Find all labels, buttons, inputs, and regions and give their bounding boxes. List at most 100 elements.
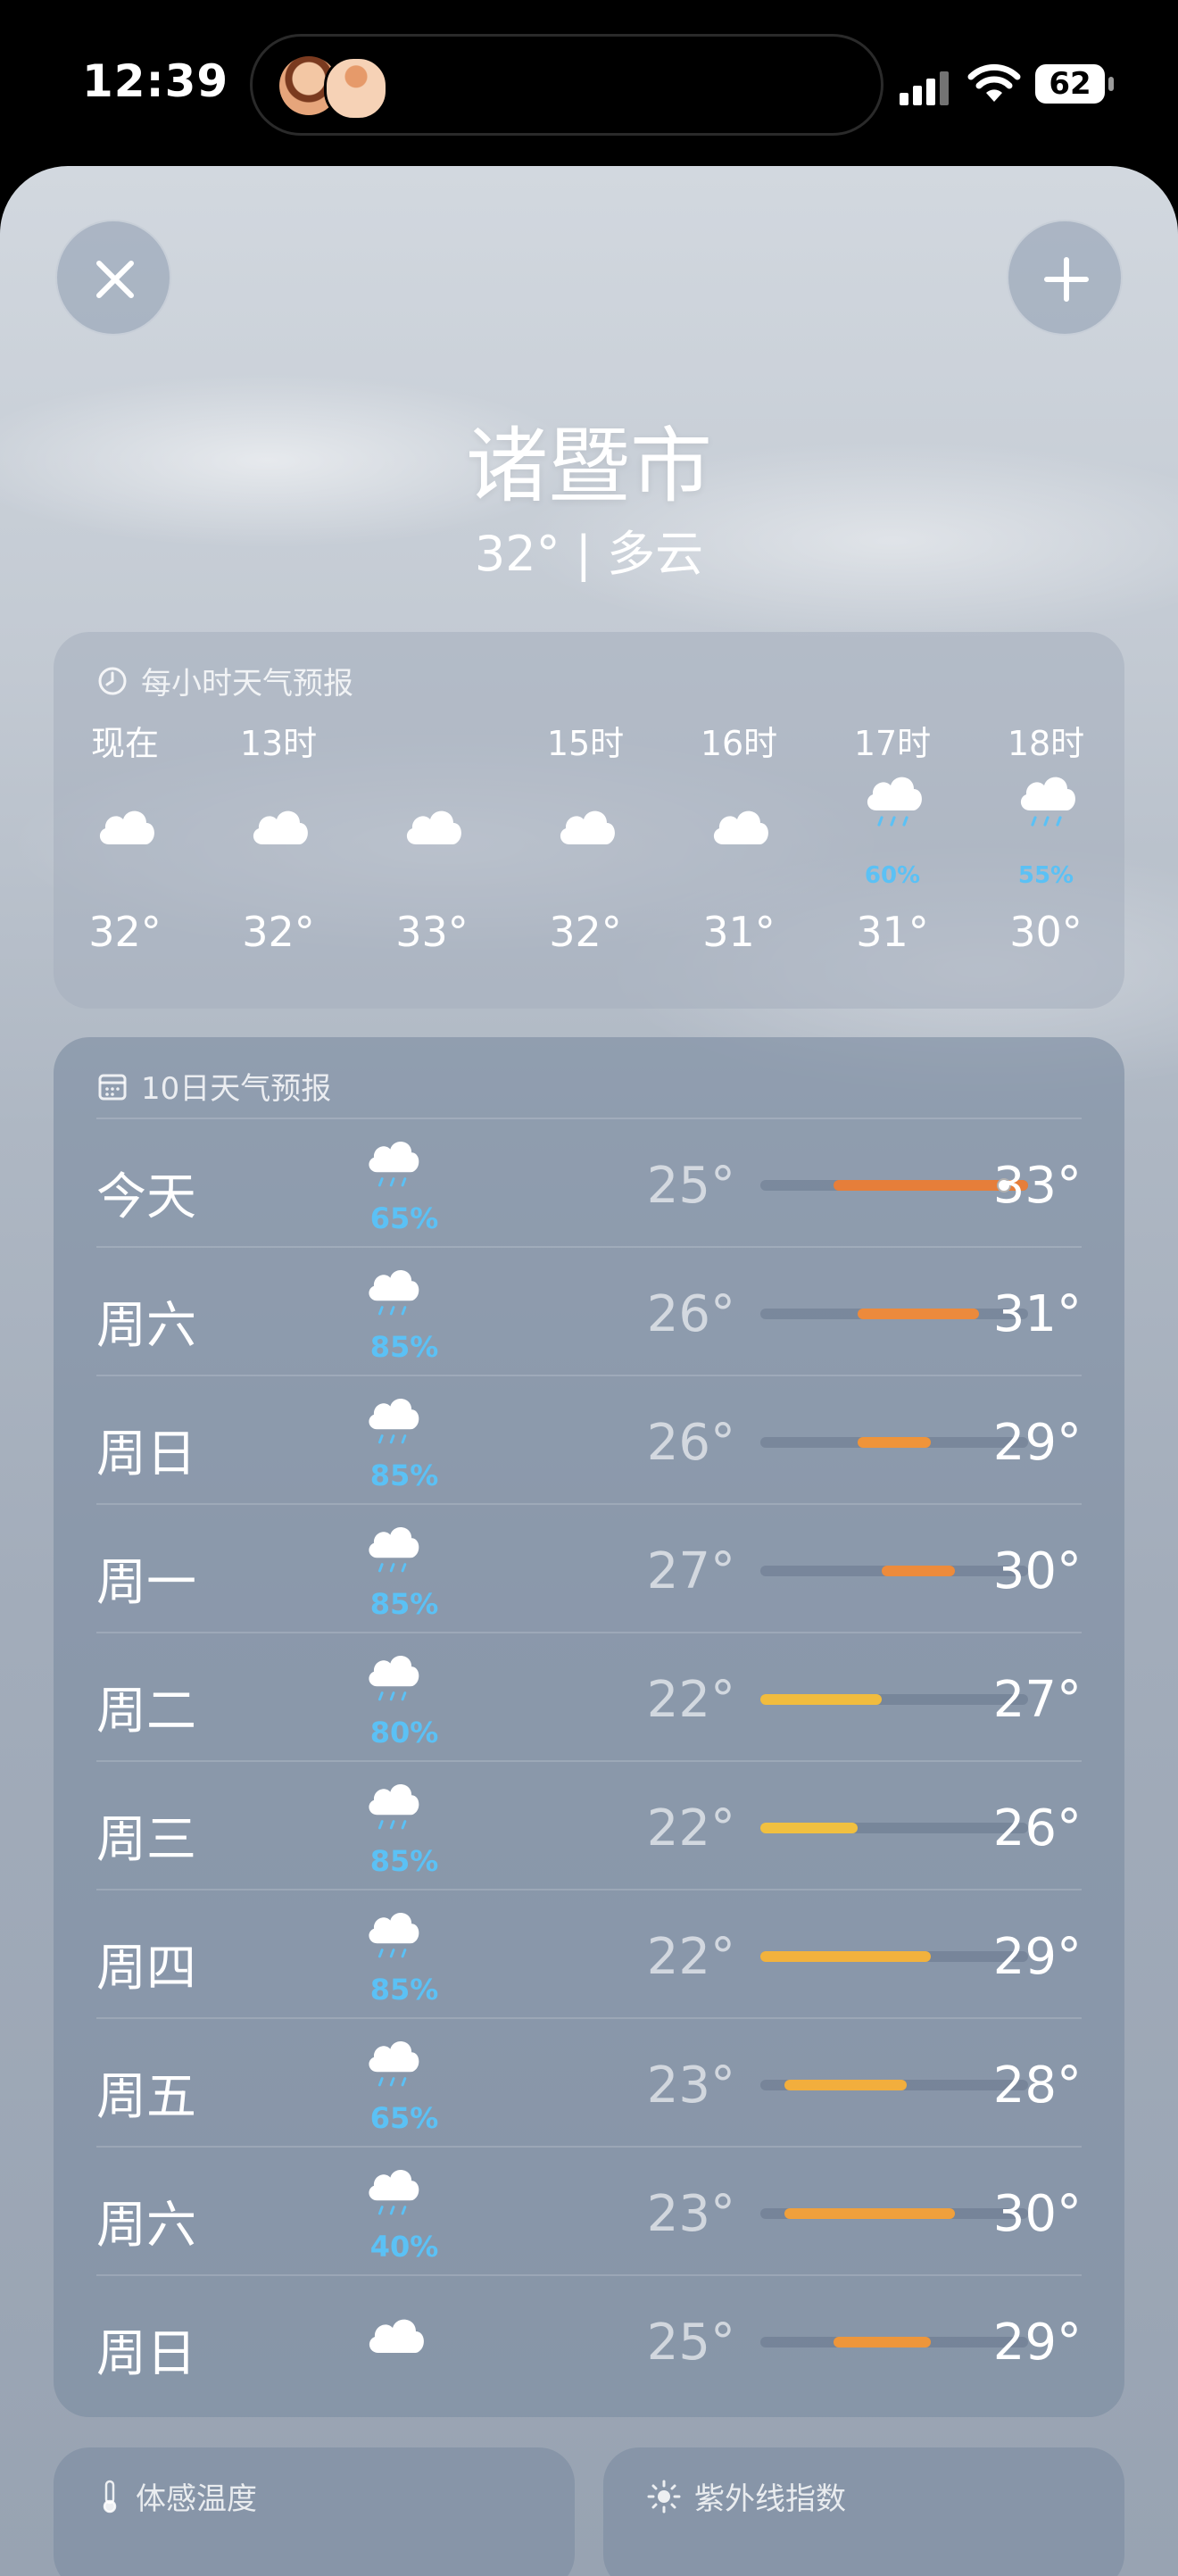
clock-icon [98, 667, 127, 694]
daily-row[interactable]: 周三 85% 22° 26° [96, 1760, 1082, 1890]
temp-range-fill [784, 2080, 907, 2090]
rain-cloud-icon: 55% [983, 766, 1108, 891]
uv-index-title: 紫外线指数 [694, 2481, 846, 2517]
day-low-temp: 22° [646, 1799, 735, 1857]
daily-forecast-title: 10日天气预报 [141, 1071, 332, 1107]
hourly-item: 18时 55% 30° [983, 721, 1108, 959]
hourly-item: 17时 60% 31° [830, 721, 955, 959]
day-high-temp: 30° [992, 2185, 1082, 2243]
hourly-item: 15时 32° [523, 721, 648, 959]
temp-range-fill [784, 2208, 956, 2219]
hourly-item: 33° [369, 721, 494, 959]
day-precip: 40% [369, 2230, 439, 2264]
day-name: 周六 [96, 2197, 196, 2255]
day-precip: 85% [369, 1330, 439, 1364]
daily-row[interactable]: 周日 25° 29° [96, 2274, 1082, 2405]
day-name: 周一 [96, 1554, 196, 1612]
day-name: 周日 [96, 2325, 196, 2383]
temp-range-fill [760, 1823, 859, 1833]
hourly-time: 现在 [90, 724, 159, 763]
close-icon [96, 261, 134, 298]
hourly-time: 13时 [239, 724, 318, 763]
day-precip: 85% [369, 1844, 439, 1878]
day-high-temp: 33° [992, 1157, 1082, 1215]
daily-row[interactable]: 周二 80% 22° 27° [96, 1632, 1082, 1762]
day-high-temp: 29° [992, 1928, 1082, 1986]
day-low-temp: 23° [646, 2057, 735, 2115]
day-precip: 80% [369, 1716, 439, 1749]
hourly-time [369, 721, 494, 766]
day-low-temp: 22° [646, 1928, 735, 1986]
day-precip: 65% [369, 1201, 439, 1235]
cloud-icon [369, 766, 494, 891]
cloud-icon [216, 766, 341, 891]
hourly-list[interactable]: 现在 32° 13时 32° 33° 15时 32° 16时 31° 17时 60% 31° 18时 55… [54, 721, 1124, 989]
temp-range-fill [833, 2337, 931, 2347]
day-low-temp: 23° [646, 2185, 735, 2243]
temp-range-fill [760, 1951, 931, 1962]
status-time: 12:39 [82, 55, 229, 107]
cloud-icon [364, 2310, 444, 2399]
day-low-temp: 25° [646, 1157, 735, 1215]
sun-icon [647, 2480, 681, 2513]
day-precip: 85% [369, 1973, 439, 2007]
day-precip: 85% [369, 1458, 439, 1492]
daily-row[interactable]: 周五 65% 23° 28° [96, 2017, 1082, 2148]
day-name: 今天 [96, 1168, 196, 1226]
hourly-forecast-header: 每小时天气预报 [96, 659, 353, 702]
daily-row[interactable]: 今天 65% 25° 33° [96, 1118, 1082, 1248]
temp-range-fill [858, 1437, 931, 1448]
hourly-temp: 33° [395, 908, 469, 956]
day-name: 周二 [96, 1683, 196, 1741]
cloud-icon [676, 766, 801, 891]
daily-row[interactable]: 周日 85% 26° 29° [96, 1375, 1082, 1505]
daily-row[interactable]: 周四 85% 22° 29° [96, 1889, 1082, 2019]
dynamic-island[interactable] [250, 34, 884, 136]
day-name: 周六 [96, 1297, 196, 1355]
day-low-temp: 25° [646, 2314, 735, 2372]
add-location-button[interactable] [1007, 220, 1123, 336]
daily-row[interactable]: 周一 85% 27° 30° [96, 1503, 1082, 1633]
day-low-temp: 26° [646, 1414, 735, 1472]
hourly-time: 18时 [1007, 724, 1085, 763]
day-name: 周四 [96, 1940, 196, 1998]
hourly-precip: 55% [1017, 862, 1074, 889]
battery-indicator: 62 [1035, 64, 1105, 104]
daily-forecast-card[interactable]: 10日天气预报 今天 65% 25° 33° 周六 85% 26° 31° 周日 85% 26° 29… [54, 1037, 1124, 2417]
wifi-icon [967, 63, 1021, 102]
day-high-temp: 30° [992, 1542, 1082, 1600]
feels-like-title: 体感温度 [136, 2481, 257, 2517]
weather-sheet: 诸暨市 32° | 多云 每小时天气预报 现在 32° 13时 32° 33° 15时 32… [0, 166, 1178, 2576]
daily-row[interactable]: 周六 40% 23° 30° [96, 2146, 1082, 2276]
calendar-icon [98, 1074, 127, 1100]
hourly-temp: 32° [242, 908, 315, 956]
close-button[interactable] [55, 220, 171, 336]
day-low-temp: 22° [646, 1671, 735, 1729]
feels-like-card[interactable]: 体感温度 [54, 2447, 575, 2576]
hourly-temp: 31° [856, 908, 929, 956]
hourly-forecast-card[interactable]: 每小时天气预报 现在 32° 13时 32° 33° 15时 32° 16时 31° 17时 60%… [54, 632, 1124, 1009]
status-bar: 12:39 62 [0, 0, 1178, 170]
temp-range-fill [760, 1694, 883, 1705]
thermometer-icon [103, 2480, 117, 2513]
day-name: 周五 [96, 2068, 196, 2126]
plus-icon [1044, 257, 1089, 302]
hourly-temp: 30° [1009, 908, 1083, 956]
day-high-temp: 26° [992, 1799, 1082, 1857]
uv-index-card[interactable]: 紫外线指数 [603, 2447, 1124, 2576]
day-high-temp: 29° [992, 2314, 1082, 2372]
hourly-item: 16时 31° [676, 721, 801, 959]
hourly-temp: 31° [702, 908, 776, 956]
daily-row[interactable]: 周六 85% 26° 31° [96, 1246, 1082, 1376]
day-high-temp: 27° [992, 1671, 1082, 1729]
hourly-time: 15时 [546, 724, 625, 763]
cloud-icon [523, 766, 648, 891]
day-high-temp: 31° [992, 1285, 1082, 1343]
day-high-temp: 29° [992, 1414, 1082, 1472]
day-precip: 65% [369, 2101, 439, 2135]
city-name: 诸暨市 [465, 419, 712, 514]
hourly-temp: 32° [88, 908, 162, 956]
uv-index-header: 紫外线指数 [646, 2474, 846, 2518]
current-summary: 32° | 多云 [474, 526, 704, 582]
day-precip: 85% [369, 1587, 439, 1621]
